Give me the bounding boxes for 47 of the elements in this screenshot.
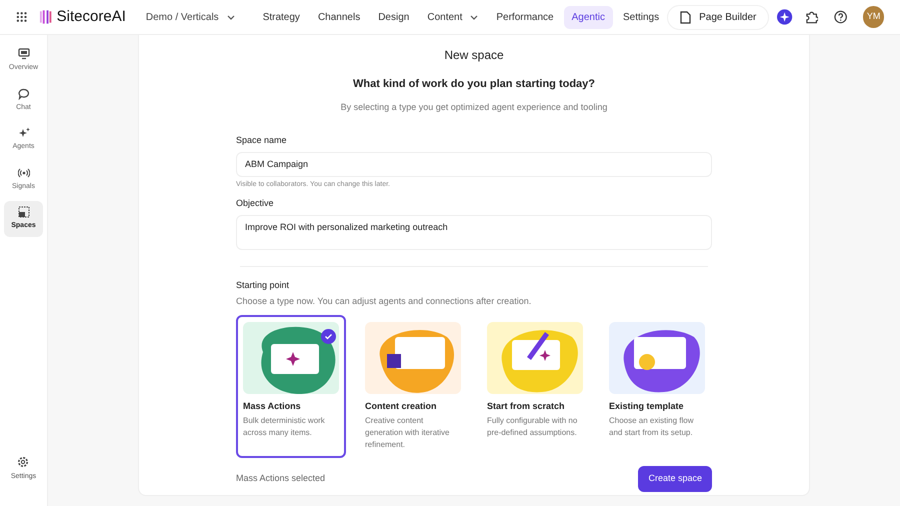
option-title: Start from scratch — [487, 400, 566, 412]
sparkles-icon — [18, 127, 30, 139]
page-icon — [680, 10, 692, 24]
caret-icon — [226, 14, 235, 20]
option-description: Choose an existing flow and start from its setup. — [609, 415, 694, 439]
nav-tab[interactable]: Design — [370, 6, 418, 28]
project-selector[interactable]: Demo / Verticals — [146, 10, 235, 24]
section-label: Starting point — [236, 278, 290, 292]
nav-tab[interactable]: Strategy — [254, 6, 308, 28]
objective-textarea[interactable]: Improve ROI with personalized marketing outreach — [236, 214, 712, 250]
spaces-icon — [18, 206, 30, 218]
check-icon — [321, 328, 336, 344]
help-icon[interactable] — [834, 10, 848, 24]
page-title: New space — [443, 47, 505, 64]
selection-status: Mass Actions selected — [236, 472, 326, 485]
app-grid-icon[interactable] — [16, 11, 28, 23]
nav-tab[interactable]: Agentic — [564, 6, 613, 28]
subtitle-text: By selecting a type you get optimized agent experience and tooling — [340, 100, 608, 114]
option-title: Mass Actions — [243, 400, 302, 412]
create-space-button[interactable]: Create space — [638, 466, 712, 492]
helper-text: Choose a type now. You can adjust agents and connections after creation. — [236, 295, 532, 308]
option-title: Content creation — [365, 400, 438, 412]
monitor-icon — [18, 48, 30, 60]
field-label: Objective — [236, 197, 275, 210]
logo-icon — [39, 10, 53, 24]
sparkle-icon[interactable] — [777, 9, 793, 25]
settings-icon — [17, 456, 30, 468]
nav-tab[interactable]: Settings — [614, 6, 668, 28]
type-option-card[interactable]: Existing template Choose an existing flow and start from its setup. — [602, 314, 712, 458]
option-description: Fully configurable with no pre-defined assumptions. — [487, 415, 578, 439]
field-label: Space name — [236, 134, 288, 147]
nav-tab[interactable]: Channels — [310, 6, 368, 28]
option-title: Existing template — [609, 400, 685, 413]
nav-tab[interactable]: Content — [419, 6, 486, 28]
nav-tab[interactable]: Performance — [488, 6, 562, 28]
puzzle-icon[interactable] — [804, 10, 818, 24]
question-heading: What kind of work do you plan starting today? — [352, 77, 596, 92]
space-name-input[interactable]: ABM Campaign — [236, 152, 712, 176]
type-option-card[interactable]: Content creation Creative content generation with iterative refinement. — [358, 314, 468, 458]
page-builder-button[interactable]: Page Builder — [667, 4, 770, 30]
type-option-card[interactable]: Mass Actions Bulk deterministic work across many items. — [236, 314, 346, 458]
logo[interactable]: SitecoreAI — [56, 6, 126, 28]
type-option-card[interactable]: Start from scratch Fully configurable with no pre-defined assumptions. — [480, 314, 590, 458]
chat-icon — [18, 88, 30, 100]
option-description: Creative content generation with iterative refinement. — [365, 415, 450, 451]
signal-icon — [18, 166, 30, 178]
option-description: Bulk deterministic work across many items. — [243, 415, 326, 439]
